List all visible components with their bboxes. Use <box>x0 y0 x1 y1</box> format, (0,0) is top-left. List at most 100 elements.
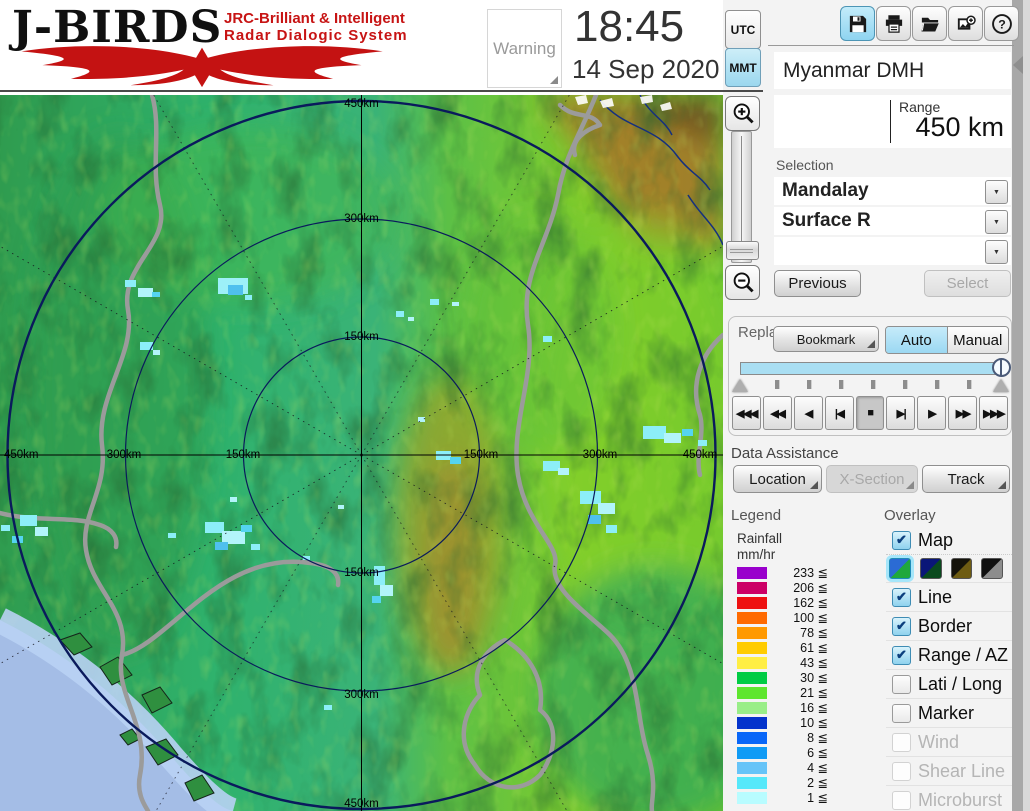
zoom-out-icon <box>731 271 755 295</box>
svg-text:150km: 150km <box>344 331 379 343</box>
svg-text:?: ? <box>998 17 1006 31</box>
legend-row: 100 ≦ <box>737 610 830 625</box>
add-image-button[interactable] <box>948 6 983 41</box>
legend-value: 21 ≦ <box>767 685 830 700</box>
checkbox-checked[interactable]: ✔ <box>892 588 911 607</box>
checkbox[interactable] <box>892 733 911 752</box>
map-style-black-olive[interactable] <box>951 558 973 579</box>
svg-text:150km: 150km <box>226 449 261 461</box>
zoom-in-button[interactable] <box>725 96 760 131</box>
site-dropdown-value: Mandalay <box>782 180 869 202</box>
print-button[interactable] <box>876 6 911 41</box>
slider-thumb[interactable] <box>992 358 1011 377</box>
svg-text:150km: 150km <box>464 449 499 461</box>
help-icon: ? <box>991 13 1013 35</box>
radar-map[interactable]: 450km 300km 150km 150km 300km 450km 450k… <box>0 95 723 811</box>
checkbox[interactable] <box>892 704 911 723</box>
open-folder-button[interactable] <box>912 6 947 41</box>
range-divider <box>890 100 891 143</box>
playback-step-back-button[interactable]: ◀ <box>794 396 823 430</box>
legend-color-swatch <box>737 777 767 789</box>
auto-mode-button[interactable]: Auto <box>886 327 948 353</box>
track-button[interactable]: Track <box>922 465 1010 493</box>
playback-rewind-fast-button[interactable]: ◀◀◀ <box>732 396 761 430</box>
playback-skip-start-button[interactable]: |◀ <box>825 396 854 430</box>
x-section-button[interactable]: X-Section <box>826 465 918 493</box>
legend-value: 1 ≦ <box>767 790 830 805</box>
overlay-item-map[interactable]: ✔Map <box>886 526 1012 554</box>
checkbox-checked[interactable]: ✔ <box>892 617 911 636</box>
tick-end-marker <box>993 379 1009 392</box>
overlay-item-line[interactable]: ✔Line <box>886 582 1012 611</box>
checkbox-checked[interactable]: ✔ <box>892 646 911 665</box>
playback-forward-button[interactable]: ▶▶ <box>948 396 977 430</box>
zoom-slider-thumb[interactable] <box>726 241 759 260</box>
window-edge <box>1023 0 1030 811</box>
map-style-navy-darkgreen[interactable] <box>920 558 942 579</box>
legend-color-swatch <box>737 717 767 729</box>
legend-row: 8 ≦ <box>737 730 830 745</box>
legend-label: Legend <box>731 507 781 524</box>
checkbox[interactable] <box>892 791 911 810</box>
collapse-panel-icon[interactable] <box>1013 56 1023 74</box>
checkbox-checked[interactable]: ✔ <box>892 531 911 550</box>
overlay-item-microburst[interactable]: Microburst <box>886 785 1012 811</box>
legend-color-swatch <box>737 762 767 774</box>
chevron-down-icon[interactable] <box>985 210 1008 234</box>
legend-color-swatch <box>737 792 767 804</box>
manual-mode-button[interactable]: Manual <box>948 327 1009 353</box>
timezone-utc-button[interactable]: UTC <box>725 10 761 49</box>
warning-button[interactable]: Warning <box>487 9 562 88</box>
checkbox[interactable] <box>892 762 911 781</box>
location-button[interactable]: Location <box>733 465 822 493</box>
playback-stop-button[interactable]: ■ <box>856 396 885 430</box>
overlay-item-border[interactable]: ✔Border <box>886 611 1012 640</box>
logo-subtitle-2: Radar Dialogic System <box>224 27 414 44</box>
map-style-blue-green[interactable] <box>889 558 911 579</box>
map-style-black-gray[interactable] <box>981 558 1003 579</box>
range-box: Range 450 km <box>774 95 1011 148</box>
overlay-item-marker[interactable]: Marker <box>886 698 1012 727</box>
legend-value: 10 ≦ <box>767 715 830 730</box>
overlay-item-lati-long[interactable]: Lati / Long <box>886 669 1012 698</box>
legend-row: 2 ≦ <box>737 775 830 790</box>
bookmark-button[interactable]: Bookmark <box>773 326 879 352</box>
overlay-item-range-az[interactable]: ✔ Range / AZ <box>886 640 1012 669</box>
legend-value: 61 ≦ <box>767 640 830 655</box>
jbirds-app: J-BIRDS JRC-Brilliant & Intelligent Rada… <box>0 0 1030 811</box>
playback-rewind-button[interactable]: ◀◀ <box>763 396 792 430</box>
previous-button[interactable]: Previous <box>774 270 861 297</box>
legend-row: 1 ≦ <box>737 790 830 805</box>
chevron-down-icon[interactable] <box>985 180 1008 204</box>
panel-edge-strip[interactable] <box>1012 0 1023 811</box>
chevron-down-icon[interactable] <box>985 240 1008 264</box>
timezone-mmt-button[interactable]: MMT <box>725 48 761 87</box>
playback-skip-end-button[interactable]: ▶| <box>886 396 915 430</box>
playback-play-button[interactable]: ▶ <box>917 396 946 430</box>
replay-timeline-slider[interactable] <box>740 362 1003 375</box>
legend-value: 162 ≦ <box>767 595 830 610</box>
playback-controls: ◀◀◀◀◀◀|◀■▶|▶▶▶▶▶▶ <box>732 396 1008 430</box>
site-dropdown[interactable]: Mandalay <box>774 177 1011 205</box>
extra-dropdown[interactable] <box>774 237 1011 265</box>
legend-row: 162 ≦ <box>737 595 830 610</box>
save-button[interactable] <box>840 6 875 41</box>
product-dropdown[interactable]: Surface R <box>774 207 1011 235</box>
legend-row: 233 ≦ <box>737 565 830 580</box>
select-button[interactable]: Select <box>924 270 1011 297</box>
tick-start-marker <box>732 379 748 392</box>
overlay-item-label: Lati / Long <box>918 674 1002 695</box>
overlay-item-shear-line[interactable]: Shear Line <box>886 756 1012 785</box>
help-button[interactable]: ? <box>984 6 1019 41</box>
legend-row: 10 ≦ <box>737 715 830 730</box>
legend-row: 6 ≦ <box>737 745 830 760</box>
replay-panel: Replay Bookmark Auto Manual ◀◀◀◀◀◀|◀■▶|▶… <box>728 316 1012 436</box>
zoom-out-button[interactable] <box>725 265 760 300</box>
checkbox[interactable] <box>892 675 911 694</box>
legend-value: 233 ≦ <box>767 565 830 580</box>
overlay-label: Overlay <box>884 507 936 524</box>
playback-forward-fast-button[interactable]: ▶▶▶ <box>979 396 1008 430</box>
overlay-item-label: Range / AZ <box>918 645 1008 666</box>
legend-color-swatch <box>737 657 767 669</box>
overlay-item-wind[interactable]: Wind <box>886 727 1012 756</box>
